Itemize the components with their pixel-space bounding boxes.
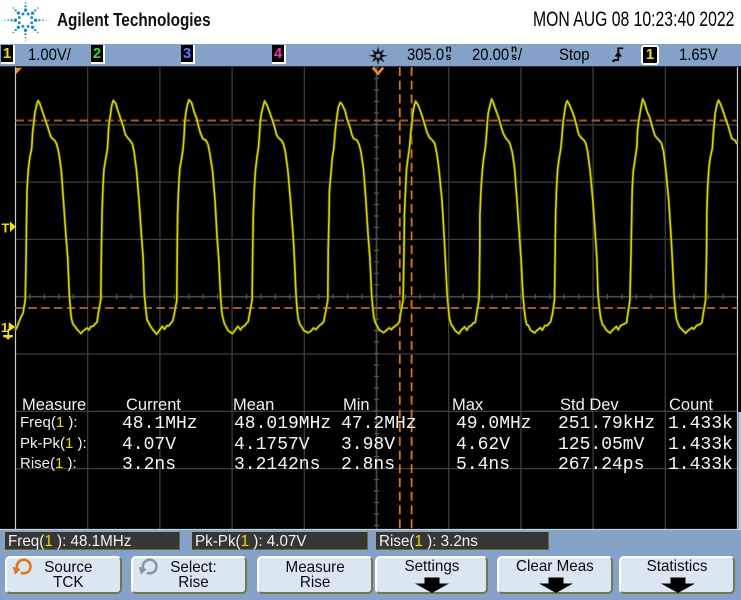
svg-text:1: 1 bbox=[1, 320, 8, 335]
svg-text:T: T bbox=[2, 221, 10, 236]
